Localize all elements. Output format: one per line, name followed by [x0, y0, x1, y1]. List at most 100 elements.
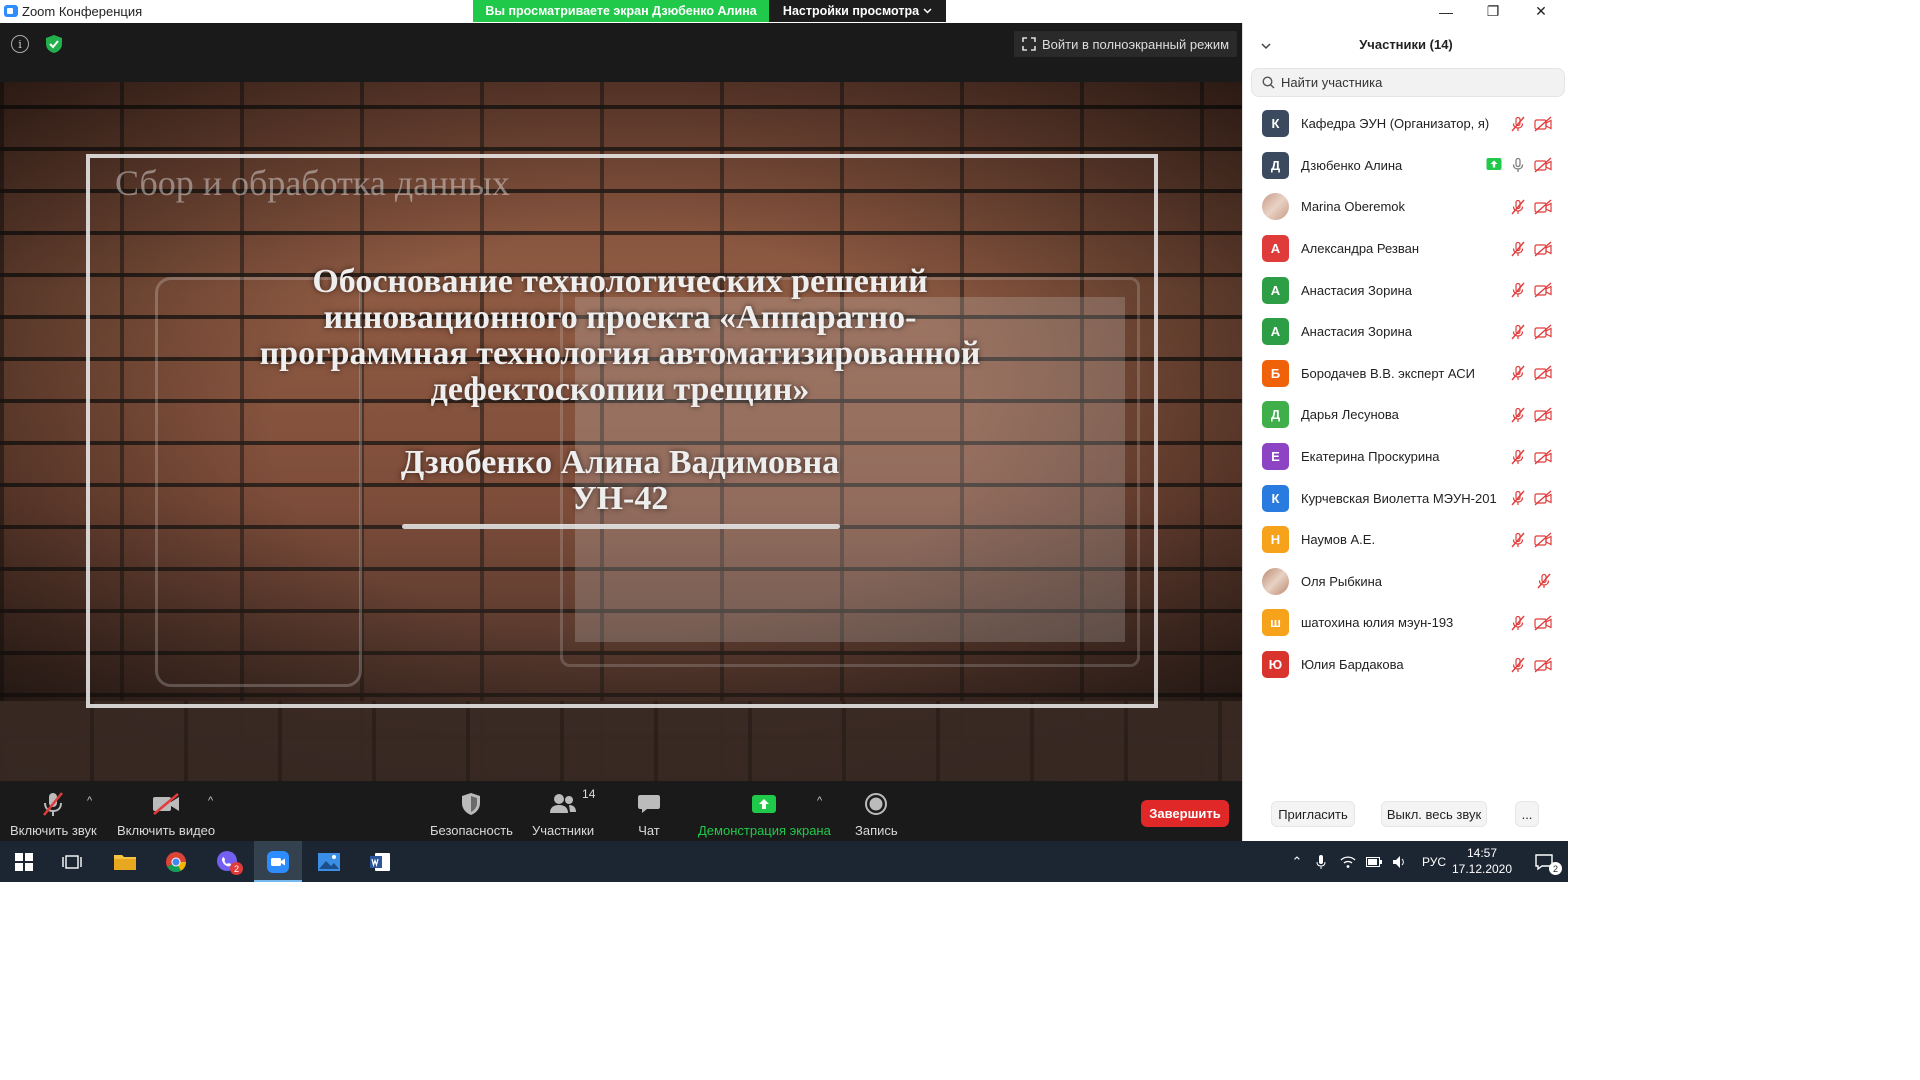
- participant-row[interactable]: А Анастасия Зорина: [1243, 269, 1569, 311]
- task-view-button[interactable]: [48, 841, 96, 882]
- author-name: Дзюбенко Алина Вадимовна: [400, 444, 840, 481]
- participant-row[interactable]: К Курчевская Виолетта МЭУН-201: [1243, 477, 1569, 519]
- wifi-icon[interactable]: [1340, 855, 1356, 869]
- share-options-caret[interactable]: ^: [817, 795, 822, 807]
- word-taskbar-button[interactable]: [356, 841, 404, 882]
- participant-row[interactable]: Н Наумов А.Е.: [1243, 519, 1569, 561]
- record-button[interactable]: Запись: [855, 789, 898, 838]
- participant-mic-status[interactable]: [1510, 490, 1526, 506]
- security-button[interactable]: Безопасность: [430, 789, 513, 838]
- participant-row[interactable]: Е Екатерина Проскурина: [1243, 436, 1569, 478]
- participants-count: 14: [582, 787, 596, 801]
- action-center-button[interactable]: 2: [1520, 841, 1568, 882]
- view-settings-label: Настройки просмотра: [782, 4, 920, 18]
- participant-mic-status[interactable]: [1510, 282, 1526, 298]
- video-options-caret[interactable]: ^: [208, 795, 213, 807]
- participant-video-status[interactable]: [1534, 241, 1552, 257]
- chat-button[interactable]: Чат: [637, 789, 661, 838]
- participant-mic-status[interactable]: [1510, 532, 1526, 548]
- microphone-muted-icon: [1537, 573, 1551, 589]
- video-off-icon: [1534, 365, 1552, 381]
- participant-row[interactable]: Д Дзюбенко Алина: [1243, 145, 1569, 187]
- participant-mic-status[interactable]: [1510, 199, 1526, 215]
- share-screen-label: Демонстрация экрана: [698, 823, 831, 838]
- participant-video-status[interactable]: [1534, 656, 1552, 673]
- participant-mic-status[interactable]: [1510, 157, 1526, 173]
- participant-search-input[interactable]: [1281, 75, 1551, 90]
- invite-button[interactable]: Пригласить: [1271, 801, 1355, 827]
- participant-mic-status[interactable]: [1510, 657, 1526, 673]
- participant-row[interactable]: Оля Рыбкина: [1243, 561, 1569, 603]
- start-button[interactable]: [0, 841, 48, 882]
- participant-video-status[interactable]: [1534, 324, 1552, 340]
- zoom-taskbar-button[interactable]: [254, 841, 302, 882]
- participant-video-status[interactable]: [1534, 116, 1552, 132]
- participant-video-status[interactable]: [1534, 407, 1552, 423]
- participant-mic-status[interactable]: [1510, 116, 1526, 132]
- viber-taskbar-button[interactable]: 2: [203, 841, 251, 882]
- view-settings-button[interactable]: Настройки просмотра: [769, 0, 946, 22]
- task-view-icon: [62, 854, 82, 869]
- microphone-tray-icon[interactable]: [1316, 854, 1326, 870]
- more-options-button[interactable]: ...: [1515, 801, 1539, 827]
- participant-name: Marina Oberemok: [1301, 199, 1406, 215]
- input-language[interactable]: РУС: [1422, 855, 1446, 869]
- participant-mic-status[interactable]: [1510, 365, 1526, 381]
- taskbar-clock[interactable]: 14:57 17.12.2020: [1446, 845, 1518, 877]
- audio-options-caret[interactable]: ^: [87, 795, 92, 807]
- shield-icon: [462, 793, 481, 815]
- mute-all-button[interactable]: Выкл. весь звук: [1381, 801, 1487, 827]
- fullscreen-button[interactable]: Войти в полноэкранный режим: [1014, 31, 1238, 57]
- close-button[interactable]: ✕: [1518, 0, 1564, 23]
- participant-mic-status[interactable]: [1510, 407, 1526, 423]
- volume-icon[interactable]: [1392, 855, 1408, 869]
- record-icon: [865, 793, 888, 815]
- participant-mic-status[interactable]: [1510, 324, 1526, 340]
- restore-button[interactable]: ❐: [1470, 0, 1516, 23]
- encryption-shield-icon[interactable]: [44, 34, 64, 54]
- participant-row[interactable]: А Александра Резван: [1243, 228, 1569, 270]
- participant-avatar: К: [1262, 110, 1289, 138]
- end-meeting-button[interactable]: Завершить: [1141, 800, 1229, 827]
- participant-video-status[interactable]: [1534, 199, 1552, 215]
- participant-mic-status[interactable]: [1510, 449, 1526, 465]
- microphone-muted-icon: [1511, 449, 1525, 465]
- participant-row[interactable]: ш шатохина юлия мэун-193: [1243, 602, 1569, 644]
- participant-mic-status[interactable]: [1510, 615, 1526, 631]
- participant-row[interactable]: К Кафедра ЭУН (Организатор, я): [1243, 103, 1569, 145]
- participant-avatar: Д: [1262, 401, 1289, 429]
- start-video-button[interactable]: Включить видео: [117, 789, 215, 838]
- chrome-taskbar-button[interactable]: [152, 841, 200, 882]
- participant-search[interactable]: [1251, 68, 1565, 97]
- participant-video-status[interactable]: [1534, 449, 1552, 465]
- participant-mic-status[interactable]: [1510, 241, 1526, 257]
- tray-overflow-chevron-icon[interactable]: ⌃: [1288, 854, 1306, 870]
- unmute-button[interactable]: Включить звук: [10, 789, 97, 838]
- participants-button[interactable]: 14 Участники: [532, 787, 596, 838]
- microphone-muted-icon: [1511, 657, 1525, 672]
- participant-video-status[interactable]: [1534, 157, 1552, 173]
- participant-video-status[interactable]: [1534, 615, 1552, 631]
- participant-mic-status[interactable]: [1536, 573, 1552, 589]
- participant-video-status[interactable]: [1534, 282, 1552, 298]
- participant-avatar: А: [1262, 276, 1289, 304]
- file-explorer-taskbar-button[interactable]: [101, 841, 149, 882]
- participant-row[interactable]: А Анастасия Зорина: [1243, 311, 1569, 353]
- share-screen-button[interactable]: Демонстрация экрана: [698, 789, 831, 838]
- participant-row[interactable]: Ю Юлия Бардакова: [1243, 644, 1569, 686]
- minimize-button[interactable]: —: [1423, 0, 1469, 23]
- meeting-area: i Войти в полноэкранный режим Сбор и обр…: [0, 23, 1242, 841]
- participant-row[interactable]: Д Дарья Лесунова: [1243, 394, 1569, 436]
- participant-video-status[interactable]: [1534, 365, 1552, 381]
- battery-icon[interactable]: [1366, 856, 1382, 867]
- security-label: Безопасность: [430, 823, 513, 838]
- microphone-muted-icon: [1511, 116, 1525, 132]
- participant-row[interactable]: Marina Oberemok: [1243, 186, 1569, 228]
- info-icon[interactable]: i: [11, 35, 29, 53]
- participant-video-status[interactable]: [1534, 490, 1552, 506]
- participant-row[interactable]: Б Бородачев В.В. эксперт АСИ: [1243, 353, 1569, 395]
- participant-video-status[interactable]: [1534, 532, 1552, 548]
- participant-avatar: Б: [1262, 359, 1289, 387]
- zoom-app-icon: [267, 850, 289, 873]
- photos-taskbar-button[interactable]: [305, 841, 353, 882]
